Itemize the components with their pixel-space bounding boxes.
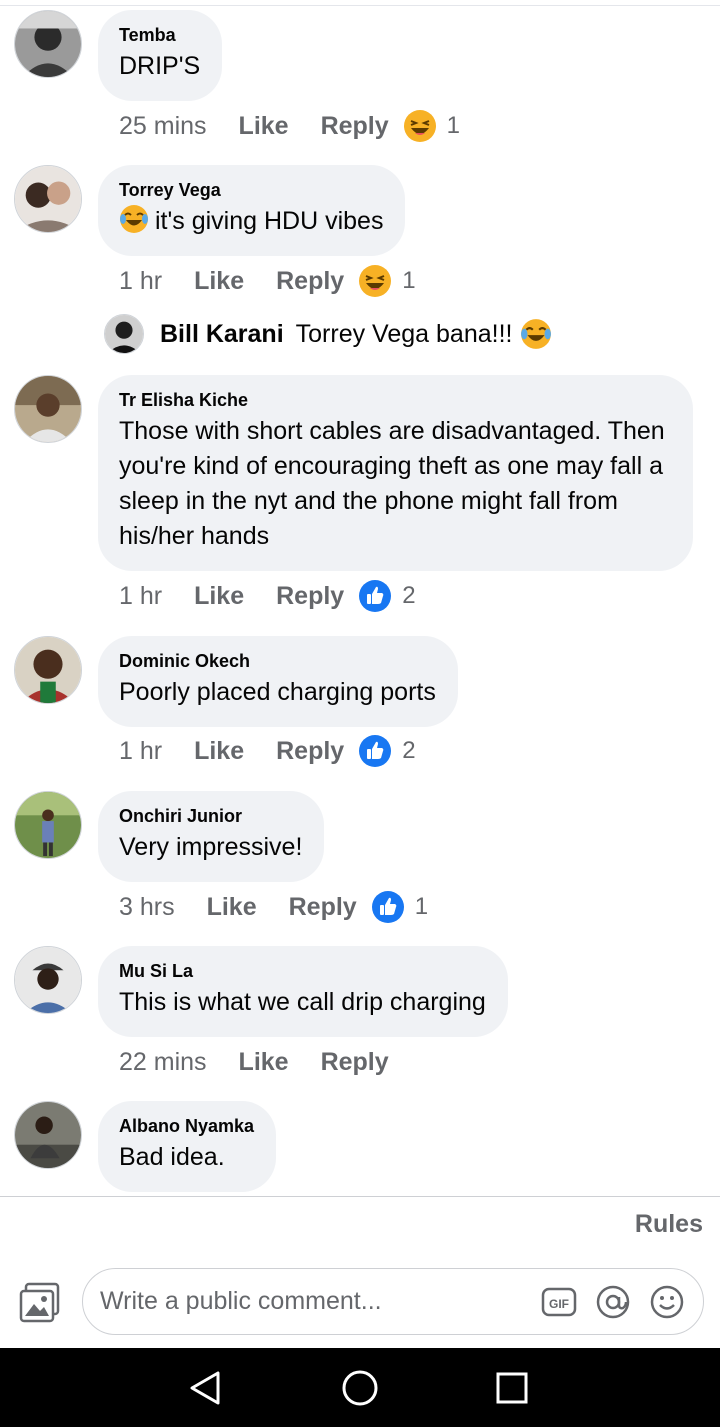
comment-text: This is what we call drip charging (119, 988, 486, 1016)
haha-reaction-icon (359, 265, 392, 297)
reply-button[interactable]: Reply (276, 267, 344, 296)
emoji-icon[interactable] (649, 1284, 685, 1320)
comment-actions: 1 hr Like Reply 2 (119, 578, 416, 614)
comment-time[interactable]: 22 mins (119, 1048, 207, 1077)
comment-time[interactable]: 1 hr (119, 582, 162, 611)
comment-time[interactable]: 25 mins (119, 112, 207, 141)
rules-link[interactable]: Rules (635, 1210, 703, 1239)
comment-text: Those with short cables are disadvantage… (119, 417, 665, 550)
comment-bubble[interactable]: Albano Nyamka Bad idea. (98, 1101, 277, 1192)
reply-text: Torrey Vega bana!!! (295, 319, 513, 348)
avatar[interactable] (14, 1101, 82, 1169)
recents-nav-icon[interactable] (492, 1368, 532, 1408)
tears-of-joy-emoji-icon (120, 205, 148, 233)
avatar[interactable] (14, 791, 82, 859)
avatar[interactable] (14, 10, 82, 78)
reaction-summary[interactable]: 1 (403, 109, 460, 143)
reply-author[interactable]: Bill Karani (160, 320, 284, 349)
reply-preview[interactable]: Bill Karani Torrey Vega bana!!! (104, 313, 552, 355)
comment-bubble[interactable]: Onchiri Junior Very impressive! (98, 791, 325, 882)
top-divider (0, 5, 720, 6)
like-button[interactable]: Like (207, 893, 257, 922)
reaction-summary[interactable]: 2 (358, 579, 416, 613)
reply-text-line: Torrey Vega bana!!! (296, 318, 553, 350)
like-reaction-icon (371, 891, 404, 923)
like-button[interactable]: Like (194, 737, 244, 766)
reply-button[interactable]: Reply (289, 893, 357, 922)
comment-bubble[interactable]: Dominic Okech Poorly placed charging por… (98, 636, 458, 727)
photo-icon[interactable] (18, 1282, 62, 1324)
comment-text-line: it's giving HDU vibes (119, 204, 383, 239)
mention-icon[interactable] (595, 1284, 631, 1320)
reply-button[interactable]: Reply (276, 582, 344, 611)
reaction-count: 1 (402, 267, 416, 294)
comment-author[interactable]: Dominic Okech (119, 651, 436, 671)
comment-author[interactable]: Temba (119, 25, 200, 45)
svg-text:GIF: GIF (549, 1297, 569, 1311)
back-nav-icon[interactable] (186, 1368, 226, 1408)
comment-actions: 22 mins Like Reply (119, 1044, 421, 1080)
comment-actions: 3 hrs Like Reply 1 (119, 889, 428, 925)
reaction-count: 1 (446, 112, 461, 139)
reaction-count: 2 (402, 582, 416, 609)
comment-author[interactable]: Albano Nyamka (119, 1116, 254, 1136)
system-navigation-bar (0, 1348, 720, 1427)
comment-actions: 25 mins Like Reply 1 (119, 108, 460, 144)
comment-bubble[interactable]: Torrey Vega it's giving HDU vibes (98, 165, 406, 256)
tears-of-joy-emoji-icon (521, 319, 552, 349)
reaction-summary[interactable]: 1 (358, 264, 416, 298)
comment-bubble[interactable]: Tr Elisha Kiche Those with short cables … (98, 375, 693, 571)
comment-text: Bad idea. (119, 1143, 225, 1171)
comment-time[interactable]: 3 hrs (119, 893, 175, 922)
comment-time[interactable]: 1 hr (119, 267, 162, 296)
like-button[interactable]: Like (194, 267, 244, 296)
avatar[interactable] (14, 165, 82, 233)
like-button[interactable]: Like (239, 1048, 289, 1077)
reply-button[interactable]: Reply (321, 1048, 389, 1077)
comment-composer[interactable]: GIF (82, 1268, 704, 1335)
reply-button[interactable]: Reply (321, 112, 389, 141)
comment-actions: 1 hr Like Reply 1 (119, 263, 416, 299)
comment-bubble[interactable]: Mu Si La This is what we call drip charg… (98, 946, 508, 1037)
comment-author[interactable]: Torrey Vega (119, 180, 383, 200)
comment-author[interactable]: Tr Elisha Kiche (119, 390, 671, 410)
reaction-summary[interactable]: 1 (371, 890, 428, 924)
reply-avatar[interactable] (104, 314, 144, 354)
reply-button[interactable]: Reply (276, 737, 344, 766)
like-button[interactable]: Like (239, 112, 289, 141)
reaction-count: 2 (402, 737, 416, 764)
comment-author[interactable]: Mu Si La (119, 961, 486, 981)
comment-text: DRIP'S (119, 52, 201, 80)
reaction-summary[interactable]: 2 (358, 734, 416, 768)
avatar[interactable] (14, 946, 82, 1014)
avatar[interactable] (14, 636, 82, 704)
like-reaction-icon (359, 735, 392, 767)
comment-text: Very impressive! (119, 833, 303, 861)
comment-text: Poorly placed charging ports (119, 678, 436, 706)
home-nav-icon[interactable] (340, 1368, 380, 1408)
comment-text: it's giving HDU vibes (155, 207, 384, 235)
composer-divider (0, 1196, 720, 1197)
reaction-count: 1 (414, 893, 429, 920)
like-reaction-icon (359, 580, 392, 612)
comment-time[interactable]: 1 hr (119, 737, 162, 766)
haha-reaction-icon (403, 110, 436, 142)
comment-actions: 1 hr Like Reply 2 (119, 733, 416, 769)
comment-bubble[interactable]: Temba DRIP'S (98, 10, 223, 101)
comment-input[interactable] (100, 1269, 520, 1334)
gif-icon[interactable]: GIF (541, 1284, 577, 1320)
comment-author[interactable]: Onchiri Junior (119, 806, 302, 826)
like-button[interactable]: Like (194, 582, 244, 611)
avatar[interactable] (14, 375, 82, 443)
